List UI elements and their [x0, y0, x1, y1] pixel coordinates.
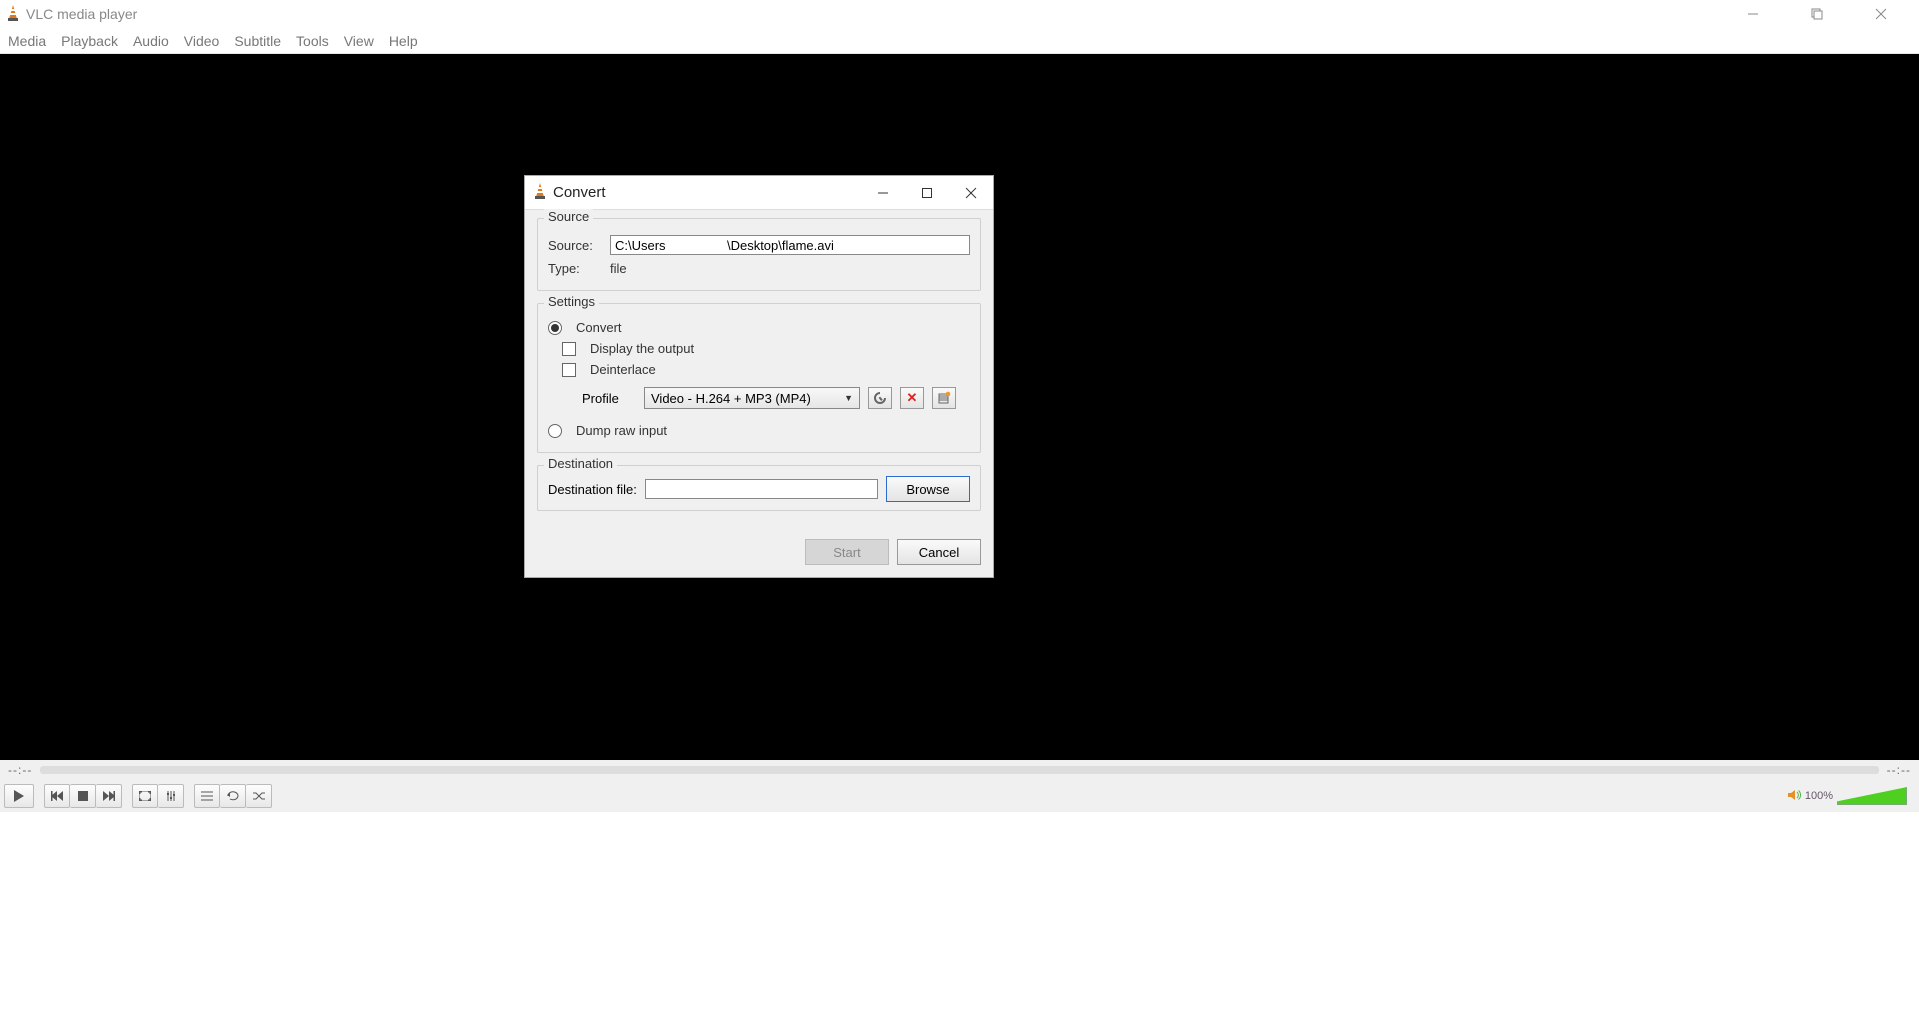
convert-radio[interactable]	[548, 321, 562, 335]
dump-raw-label: Dump raw input	[576, 423, 667, 438]
dialog-titlebar: Convert	[525, 176, 993, 210]
menu-video[interactable]: Video	[184, 33, 220, 49]
type-value: file	[610, 261, 627, 276]
deinterlace-row[interactable]: Deinterlace	[562, 362, 970, 377]
destination-group: Destination Destination file: Browse	[537, 465, 981, 511]
menu-tools[interactable]: Tools	[296, 33, 329, 49]
profile-dropdown[interactable]: Video - H.264 + MP3 (MP4) ▼	[644, 387, 860, 409]
delete-profile-button[interactable]: ✕	[900, 387, 924, 409]
menu-help[interactable]: Help	[389, 33, 418, 49]
display-output-label: Display the output	[590, 341, 694, 356]
window-controls	[1731, 2, 1913, 26]
volume-slider[interactable]	[1837, 787, 1907, 805]
playback-controls: 100%	[0, 780, 1919, 812]
new-profile-button[interactable]	[932, 387, 956, 409]
deinterlace-checkbox[interactable]	[562, 363, 576, 377]
menu-view[interactable]: View	[344, 33, 374, 49]
display-output-row[interactable]: Display the output	[562, 341, 970, 356]
stop-button[interactable]	[70, 784, 96, 808]
seek-slider[interactable]	[40, 766, 1878, 774]
menu-playback[interactable]: Playback	[61, 33, 118, 49]
seek-row: --:-- --:--	[0, 760, 1919, 780]
profile-value: Video - H.264 + MP3 (MP4)	[651, 391, 811, 406]
menu-media[interactable]: Media	[8, 33, 46, 49]
app-title: VLC media player	[26, 6, 1731, 22]
destination-file-input[interactable]	[645, 479, 878, 499]
source-group: Source Source: Type: file	[537, 218, 981, 291]
vlc-cone-icon	[533, 183, 547, 202]
settings-group: Settings Convert Display the output Dein…	[537, 303, 981, 453]
volume-control: 100%	[1787, 787, 1915, 805]
convert-dialog: Convert Source Source: Type: file Settin…	[524, 175, 994, 578]
dialog-footer: Start Cancel	[525, 531, 993, 577]
start-button[interactable]: Start	[805, 539, 889, 565]
fullscreen-button[interactable]	[132, 784, 158, 808]
close-button[interactable]	[1859, 2, 1903, 26]
menu-audio[interactable]: Audio	[133, 33, 169, 49]
play-button[interactable]	[4, 784, 34, 808]
deinterlace-label: Deinterlace	[590, 362, 656, 377]
x-icon: ✕	[907, 390, 918, 406]
menubar: Media Playback Audio Video Subtitle Tool…	[0, 28, 1919, 54]
source-label: Source:	[548, 238, 602, 253]
playlist-button[interactable]	[194, 784, 220, 808]
chevron-down-icon: ▼	[844, 393, 853, 403]
previous-button[interactable]	[44, 784, 70, 808]
destination-file-label: Destination file:	[548, 482, 637, 497]
cancel-button[interactable]: Cancel	[897, 539, 981, 565]
convert-radio-row[interactable]: Convert	[548, 320, 970, 335]
time-elapsed: --:--	[8, 763, 32, 777]
settings-group-label: Settings	[544, 294, 599, 309]
dump-raw-row[interactable]: Dump raw input	[548, 423, 970, 438]
volume-percent: 100%	[1805, 790, 1833, 802]
type-label: Type:	[548, 261, 602, 276]
destination-group-label: Destination	[544, 456, 617, 471]
titlebar: VLC media player	[0, 0, 1919, 28]
menu-subtitle[interactable]: Subtitle	[234, 33, 281, 49]
dialog-minimize-button[interactable]	[861, 177, 905, 209]
maximize-button[interactable]	[1795, 2, 1839, 26]
dump-raw-radio[interactable]	[548, 424, 562, 438]
source-group-label: Source	[544, 209, 593, 224]
source-input[interactable]	[610, 235, 970, 255]
extended-settings-button[interactable]	[158, 784, 184, 808]
edit-profile-button[interactable]	[868, 387, 892, 409]
dialog-title: Convert	[553, 184, 861, 201]
dialog-maximize-button[interactable]	[905, 177, 949, 209]
shuffle-button[interactable]	[246, 784, 272, 808]
speaker-icon[interactable]	[1787, 788, 1801, 805]
loop-button[interactable]	[220, 784, 246, 808]
profile-label: Profile	[582, 391, 636, 406]
browse-button[interactable]: Browse	[886, 476, 970, 502]
convert-radio-label: Convert	[576, 320, 622, 335]
minimize-button[interactable]	[1731, 2, 1775, 26]
vlc-cone-icon	[6, 5, 20, 24]
dialog-close-button[interactable]	[949, 177, 993, 209]
next-button[interactable]	[96, 784, 122, 808]
display-output-checkbox[interactable]	[562, 342, 576, 356]
time-remaining: --:--	[1887, 763, 1911, 777]
